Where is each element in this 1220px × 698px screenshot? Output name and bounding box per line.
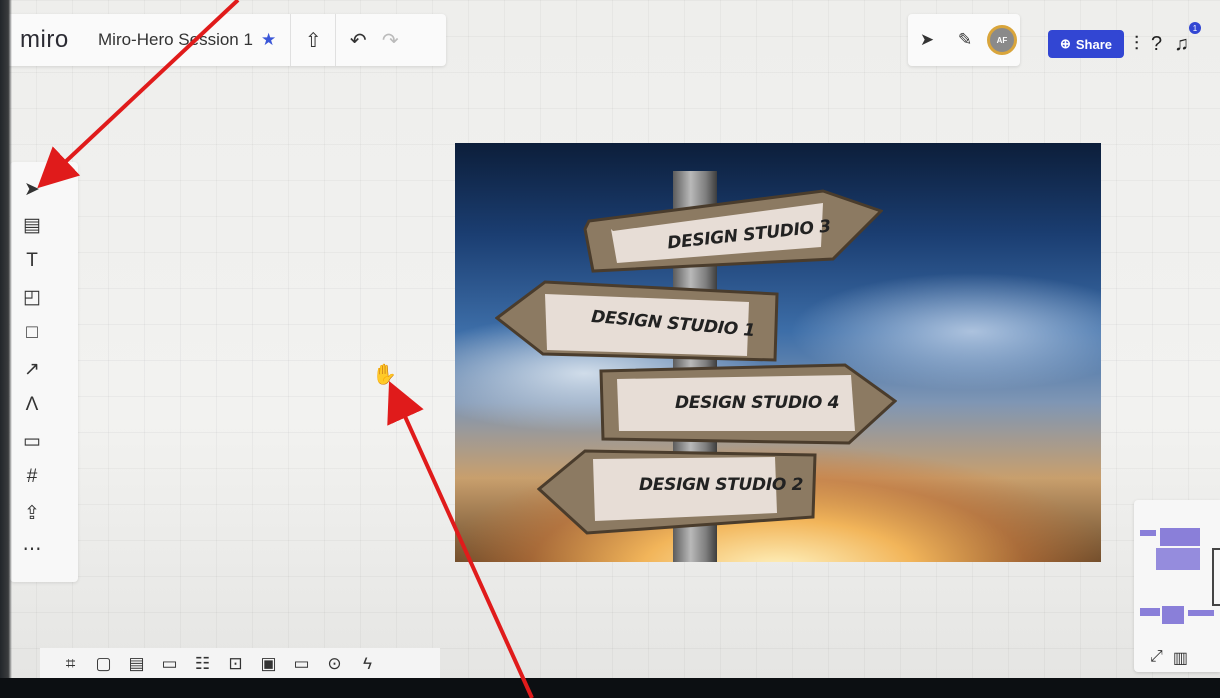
bottom-tool-icon[interactable]: ☷ <box>190 652 215 677</box>
monitor-bezel <box>0 0 12 698</box>
avatar[interactable]: AF <box>987 25 1017 55</box>
minimap-block <box>1156 548 1200 570</box>
board-title[interactable]: Miro-Hero Session 1 <box>98 30 253 50</box>
settings-sliders-icon[interactable]: ⫶ <box>1134 33 1139 56</box>
divider <box>335 14 337 66</box>
bottom-toolbar: ⌗ ▢ ▤ ▭ ☷ ⊡ ▣ ▭ ⊙ ϟ <box>40 648 440 680</box>
minimap-controls: ⤢ ▥ <box>1150 648 1188 668</box>
bottom-tool-icon[interactable]: ▭ <box>157 652 182 677</box>
miro-board-canvas[interactable]: miro Miro-Hero Session 1 ★ ⇧ ↶ ↷ ➤ ✎ AF … <box>0 0 1220 698</box>
sign-label: DESIGN STUDIO 2 <box>639 475 804 495</box>
bottom-tool-icon[interactable]: ▢ <box>91 652 116 677</box>
share-label: Share <box>1075 36 1113 52</box>
signpost-image[interactable]: DESIGN STUDIO 3 DESIGN STUDIO 1 DESIGN S… <box>455 143 1101 562</box>
more-tools-icon[interactable]: ⋯ <box>10 534 54 564</box>
hand-cursor-icon: ✋ <box>372 364 397 386</box>
minimap-block <box>1140 608 1160 616</box>
templates-tool-icon[interactable]: ▤ <box>10 210 54 240</box>
export-icon[interactable]: ⇧ <box>297 24 329 56</box>
notification-badge: 1 <box>1189 22 1201 34</box>
bottom-tool-icon[interactable]: ▣ <box>256 652 281 677</box>
sticky-note-tool-icon[interactable]: ◰ <box>10 282 54 312</box>
cursor-follow-icon[interactable]: ➤ <box>911 24 943 56</box>
star-icon[interactable]: ★ <box>261 30 276 50</box>
sign-design-studio-3: DESIGN STUDIO 3 <box>583 181 883 277</box>
redo-icon[interactable]: ↷ <box>374 24 406 56</box>
minimap-block <box>1140 530 1156 536</box>
shape-tool-icon[interactable]: □ <box>10 318 54 348</box>
collaboration-tools: ➤ ✎ AF <box>908 14 1020 66</box>
sign-design-studio-4: DESIGN STUDIO 4 <box>599 361 897 445</box>
bottom-tool-icon[interactable]: ▤ <box>124 652 149 677</box>
upload-tool-icon[interactable]: ⇪ <box>10 498 54 528</box>
celebrate-icon[interactable]: ✎ <box>949 24 981 56</box>
miro-logo[interactable]: miro <box>20 26 98 54</box>
bottom-tool-icon[interactable]: ▭ <box>289 652 314 677</box>
bottom-tool-icon[interactable]: ⌗ <box>58 652 83 677</box>
left-toolbar: ➤ ▤ T ◰ □ ↗ Λ ▭ # ⇪ ⋯ <box>10 162 78 582</box>
sign-design-studio-1: DESIGN STUDIO 1 <box>495 278 781 366</box>
minimap-block <box>1188 610 1214 616</box>
share-button[interactable]: ⊕ Share <box>1048 30 1124 58</box>
help-icon[interactable]: ? <box>1151 33 1162 56</box>
comment-tool-icon[interactable]: ▭ <box>10 426 54 456</box>
board-settings-group: ⫶ ? ♫ <box>1134 26 1220 62</box>
minimap-block <box>1160 528 1200 546</box>
bottom-tool-icon[interactable]: ϟ <box>355 652 380 677</box>
minimap-block <box>1162 606 1184 624</box>
sign-label: DESIGN STUDIO 4 <box>675 393 840 413</box>
monitor-bezel <box>0 678 1220 698</box>
divider <box>290 14 292 66</box>
bottom-tool-icon[interactable]: ⊙ <box>322 652 347 677</box>
board-header: miro Miro-Hero Session 1 ★ ⇧ ↶ ↷ <box>6 14 446 66</box>
bottom-tool-icon[interactable]: ⊡ <box>223 652 248 677</box>
sign-design-studio-2: DESIGN STUDIO 2 <box>537 447 819 537</box>
pen-tool-icon[interactable]: Λ <box>10 390 54 420</box>
frame-tool-icon[interactable]: # <box>10 462 54 492</box>
text-tool-icon[interactable]: T <box>10 246 54 276</box>
bell-icon[interactable]: ♫ <box>1174 33 1189 56</box>
minimap[interactable] <box>1134 500 1220 672</box>
undo-icon[interactable]: ↶ <box>342 24 374 56</box>
minimap-viewport[interactable] <box>1212 548 1220 606</box>
fit-screen-icon[interactable]: ⤢ <box>1150 648 1163 668</box>
select-tool-icon[interactable]: ➤ <box>10 174 54 204</box>
map-icon[interactable]: ▥ <box>1173 648 1188 668</box>
connection-line-tool-icon[interactable]: ↗ <box>10 354 54 384</box>
globe-icon: ⊕ <box>1059 36 1071 51</box>
